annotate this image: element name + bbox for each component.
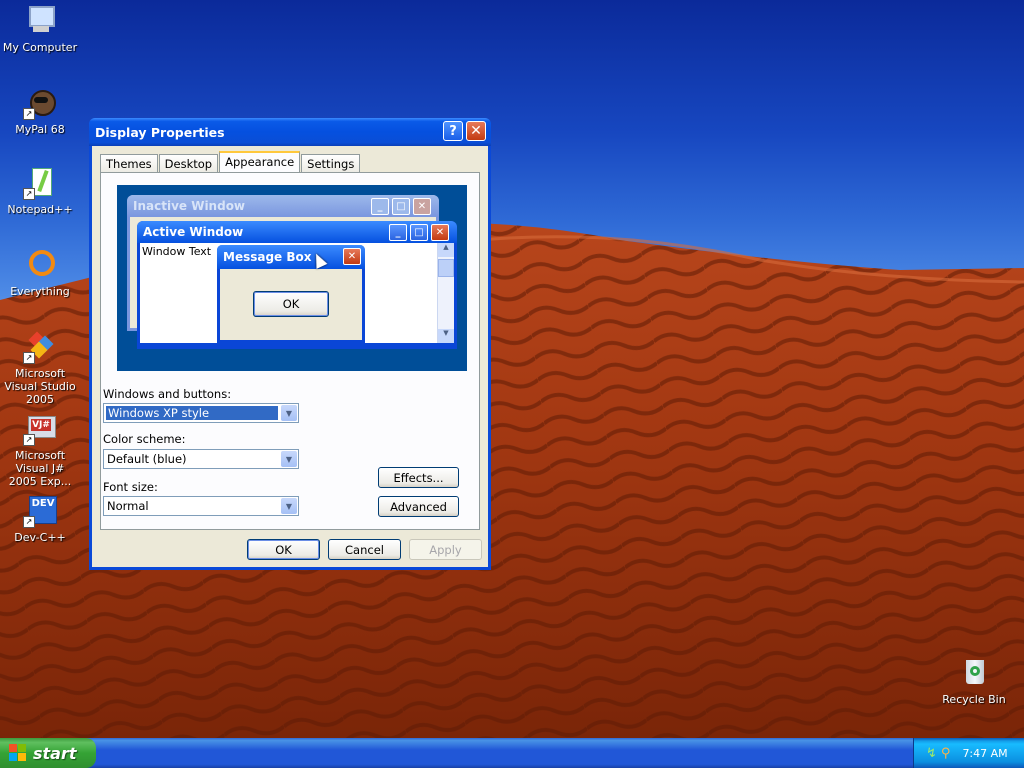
chevron-down-icon[interactable]: ▼ [281,451,297,467]
windows-logo-icon [9,744,27,762]
desktop-icon-label: My Computer [2,41,78,54]
desktop-icon-label: Microsoft Visual Studio 2005 [4,367,76,406]
visual-jsharp-icon[interactable]: VJ# ↗ Microsoft Visual J# 2005 Exp... [0,412,80,488]
window-titlebar[interactable]: Display Properties ? ✕ [89,118,491,146]
notepadpp-icon[interactable]: ↗ Notepad++ [0,166,80,216]
window-title: Display Properties [95,124,225,140]
tab-strip: Themes Desktop Appearance Settings [100,151,361,172]
chevron-up-icon: ▲ [438,243,454,257]
notepad-icon: ↗ [23,166,57,200]
visual-studio-logo-icon: ↗ [23,330,57,364]
maximize-icon: □ [410,224,428,241]
tab-settings[interactable]: Settings [301,154,361,172]
help-button[interactable]: ? [443,121,463,141]
start-label: start [33,743,77,763]
advanced-button[interactable]: Advanced [378,496,459,517]
windows-buttons-label: Windows and buttons: [103,387,232,401]
preview-ok-button: OK [253,291,329,317]
jsharp-logo-icon: VJ# ↗ [23,412,57,446]
network-icon[interactable]: ↯ [926,746,937,761]
tab-appearance[interactable]: Appearance [219,151,301,172]
message-box-preview: Message Box ✕ OK [217,245,365,343]
appearance-panel: Inactive Window _ □ ✕ Active Window _ □ … [100,172,480,530]
font-size-select[interactable]: Normal ▼ [103,496,299,516]
window-client: Themes Desktop Appearance Settings Inact… [92,146,488,567]
color-scheme-value: Default (blue) [107,452,187,466]
effects-button[interactable]: Effects... [378,467,459,488]
desktop-icon-label: Notepad++ [7,203,73,216]
color-scheme-label: Color scheme: [103,432,186,446]
minimize-icon: _ [371,198,389,215]
tab-themes[interactable]: Themes [100,154,158,172]
cancel-button[interactable]: Cancel [328,539,401,560]
chevron-down-icon[interactable]: ▼ [281,405,297,421]
close-icon: ✕ [413,198,431,215]
desktop-icon-label: Recycle Bin [942,693,1006,706]
desktop-icon-label: Everything [10,285,70,298]
minimize-icon: _ [389,224,407,241]
my-computer-icon[interactable]: My Computer [0,4,80,54]
tab-desktop[interactable]: Desktop [158,154,219,172]
maximize-icon: □ [392,198,410,215]
apply-button[interactable]: Apply [409,539,482,560]
chevron-down-icon[interactable]: ▼ [281,498,297,514]
search-icon[interactable]: ⚲ [941,746,951,761]
message-box-title: Message Box [223,250,312,264]
windows-buttons-value: Windows XP style [106,406,278,420]
computer-icon [23,4,57,38]
desktop-icon-label: Microsoft Visual J# 2005 Exp... [8,449,72,488]
system-tray: ↯ ⚲ 7:47 AM [913,738,1024,768]
recycle-bin-icon[interactable]: Recycle Bin [934,656,1014,706]
recycle-bin-glyph-icon [957,656,991,690]
preview-scrollbar: ▲ ▼ [437,243,454,343]
color-scheme-select[interactable]: Default (blue) ▼ [103,449,299,469]
visual-studio-icon[interactable]: ↗ Microsoft Visual Studio 2005 [0,330,80,406]
window-text: Window Text [142,245,212,258]
active-window-title: Active Window [143,225,244,239]
everything-icon[interactable]: Everything [0,248,80,298]
question-icon: ? [449,123,457,139]
windows-buttons-select[interactable]: Windows XP style ▼ [103,403,299,423]
raccoon-icon: ↗ [23,86,57,120]
taskbar: start ↯ ⚲ 7:47 AM [0,738,1024,768]
mypal-icon[interactable]: ↗ MyPal 68 [0,86,80,136]
desktop-icon-label: MyPal 68 [15,123,65,136]
desktop-icon-label: Dev-C++ [14,531,66,544]
dev-logo-icon: DEV ↗ [23,494,57,528]
clock[interactable]: 7:47 AM [962,747,1007,760]
close-icon: ✕ [470,123,482,139]
close-icon: ✕ [431,224,449,241]
close-button[interactable]: ✕ [466,121,486,141]
scroll-thumb [438,259,454,277]
chevron-down-icon: ▼ [438,329,454,343]
ok-button[interactable]: OK [247,539,320,560]
display-properties-window: Display Properties ? ✕ Themes Desktop Ap… [89,118,491,570]
close-icon: ✕ [343,248,361,265]
inactive-window-title: Inactive Window [133,199,246,213]
devcpp-icon[interactable]: DEV ↗ Dev-C++ [0,494,80,544]
font-size-value: Normal [107,499,149,513]
appearance-preview: Inactive Window _ □ ✕ Active Window _ □ … [117,185,467,371]
start-button[interactable]: start [0,738,96,768]
font-size-label: Font size: [103,480,158,494]
search-ring-icon [23,248,57,282]
